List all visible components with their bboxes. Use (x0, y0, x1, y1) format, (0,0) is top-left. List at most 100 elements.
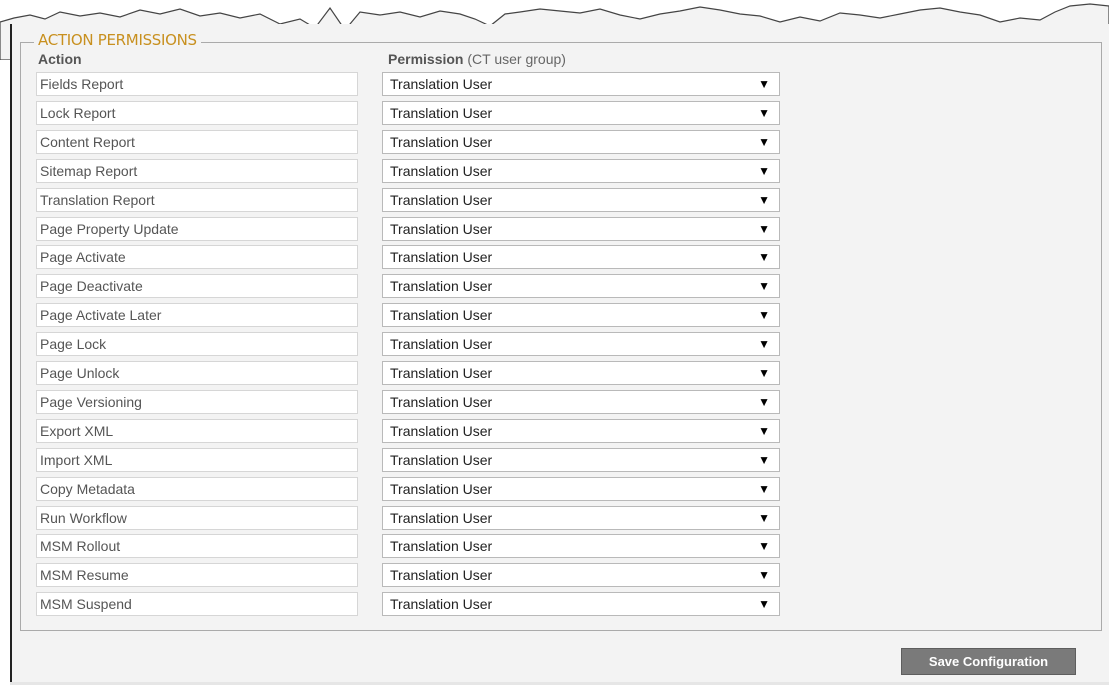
permission-dropdown-value: Translation User (390, 538, 493, 554)
table-row: Content Report Translation User ▼ (0, 130, 1109, 154)
permission-dropdown-value: Translation User (390, 336, 493, 352)
dropdown-arrow-icon: ▼ (758, 279, 770, 293)
dropdown-arrow-icon: ▼ (758, 568, 770, 582)
dropdown-arrow-icon: ▼ (758, 135, 770, 149)
permission-dropdown[interactable]: Translation User ▼ (382, 592, 780, 616)
action-name-field: MSM Resume (36, 563, 358, 587)
permission-dropdown-value: Translation User (390, 76, 493, 92)
table-row: Export XML Translation User ▼ (0, 419, 1109, 443)
permission-dropdown[interactable]: Translation User ▼ (382, 130, 780, 154)
dropdown-arrow-icon: ▼ (758, 511, 770, 525)
dropdown-arrow-icon: ▼ (758, 77, 770, 91)
permission-header-sublabel: (CT user group) (467, 51, 566, 67)
permission-dropdown[interactable]: Translation User ▼ (382, 101, 780, 125)
permission-dropdown-value: Translation User (390, 134, 493, 150)
permission-dropdown-value: Translation User (390, 307, 493, 323)
table-row: Sitemap Report Translation User ▼ (0, 159, 1109, 183)
action-name-field: Page Activate Later (36, 303, 358, 327)
table-row: MSM Rollout Translation User ▼ (0, 534, 1109, 558)
permission-dropdown-value: Translation User (390, 163, 493, 179)
permission-dropdown[interactable]: Translation User ▼ (382, 245, 780, 269)
table-row: Import XML Translation User ▼ (0, 448, 1109, 472)
table-row: Run Workflow Translation User ▼ (0, 506, 1109, 530)
table-row: Fields Report Translation User ▼ (0, 72, 1109, 96)
permission-dropdown-value: Translation User (390, 567, 493, 583)
action-name-field: Copy Metadata (36, 477, 358, 501)
action-name-field: Lock Report (36, 101, 358, 125)
permission-dropdown[interactable]: Translation User ▼ (382, 303, 780, 327)
action-name-field: Page Activate (36, 245, 358, 269)
table-row: Page Lock Translation User ▼ (0, 332, 1109, 356)
dropdown-arrow-icon: ▼ (758, 222, 770, 236)
permission-dropdown[interactable]: Translation User ▼ (382, 217, 780, 241)
table-row: MSM Resume Translation User ▼ (0, 563, 1109, 587)
action-name-field: Import XML (36, 448, 358, 472)
permission-dropdown[interactable]: Translation User ▼ (382, 506, 780, 530)
action-name-field: Page Lock (36, 332, 358, 356)
permission-dropdown[interactable]: Translation User ▼ (382, 448, 780, 472)
table-row: Page Activate Translation User ▼ (0, 245, 1109, 269)
table-row: Page Activate Later Translation User ▼ (0, 303, 1109, 327)
dropdown-arrow-icon: ▼ (758, 597, 770, 611)
dropdown-arrow-icon: ▼ (758, 193, 770, 207)
permission-dropdown[interactable]: Translation User ▼ (382, 534, 780, 558)
action-name-field: Page Deactivate (36, 274, 358, 298)
permission-dropdown-value: Translation User (390, 394, 493, 410)
permission-dropdown-value: Translation User (390, 278, 493, 294)
dropdown-arrow-icon: ▼ (758, 482, 770, 496)
permission-dropdown-value: Translation User (390, 510, 493, 526)
table-row: Page Versioning Translation User ▼ (0, 390, 1109, 414)
dropdown-arrow-icon: ▼ (758, 337, 770, 351)
permission-dropdown[interactable]: Translation User ▼ (382, 332, 780, 356)
permission-dropdown-value: Translation User (390, 105, 493, 121)
action-name-field: Run Workflow (36, 506, 358, 530)
permission-dropdown-value: Translation User (390, 596, 493, 612)
action-name-field: Translation Report (36, 188, 358, 212)
table-row: MSM Suspend Translation User ▼ (0, 592, 1109, 616)
dropdown-arrow-icon: ▼ (758, 308, 770, 322)
permission-dropdown[interactable]: Translation User ▼ (382, 188, 780, 212)
action-name-field: MSM Rollout (36, 534, 358, 558)
action-name-field: Content Report (36, 130, 358, 154)
action-name-field: MSM Suspend (36, 592, 358, 616)
permission-dropdown[interactable]: Translation User ▼ (382, 361, 780, 385)
table-row: Page Deactivate Translation User ▼ (0, 274, 1109, 298)
table-row: Translation Report Translation User ▼ (0, 188, 1109, 212)
permission-dropdown-value: Translation User (390, 249, 493, 265)
permission-dropdown[interactable]: Translation User ▼ (382, 477, 780, 501)
dropdown-arrow-icon: ▼ (758, 453, 770, 467)
table-row: Copy Metadata Translation User ▼ (0, 477, 1109, 501)
action-name-field: Fields Report (36, 72, 358, 96)
permission-dropdown-value: Translation User (390, 221, 493, 237)
permission-dropdown[interactable]: Translation User ▼ (382, 390, 780, 414)
dropdown-arrow-icon: ▼ (758, 250, 770, 264)
permission-dropdown-value: Translation User (390, 481, 493, 497)
permission-dropdown-value: Translation User (390, 423, 493, 439)
dropdown-arrow-icon: ▼ (758, 106, 770, 120)
dropdown-arrow-icon: ▼ (758, 395, 770, 409)
table-row: Lock Report Translation User ▼ (0, 101, 1109, 125)
permission-dropdown[interactable]: Translation User ▼ (382, 563, 780, 587)
action-name-field: Page Property Update (36, 217, 358, 241)
dropdown-arrow-icon: ▼ (758, 424, 770, 438)
action-name-field: Page Unlock (36, 361, 358, 385)
permission-dropdown-value: Translation User (390, 365, 493, 381)
permission-header-label: Permission (388, 51, 464, 67)
dropdown-arrow-icon: ▼ (758, 539, 770, 553)
action-name-field: Export XML (36, 419, 358, 443)
fieldset-legend: ACTION PERMISSIONS (34, 31, 201, 49)
permission-dropdown[interactable]: Translation User ▼ (382, 72, 780, 96)
action-column-header: Action (38, 51, 82, 67)
permission-dropdown[interactable]: Translation User ▼ (382, 159, 780, 183)
action-name-field: Sitemap Report (36, 159, 358, 183)
dropdown-arrow-icon: ▼ (758, 164, 770, 178)
permission-dropdown[interactable]: Translation User ▼ (382, 419, 780, 443)
action-name-field: Page Versioning (36, 390, 358, 414)
dropdown-arrow-icon: ▼ (758, 366, 770, 380)
table-row: Page Unlock Translation User ▼ (0, 361, 1109, 385)
table-row: Page Property Update Translation User ▼ (0, 217, 1109, 241)
permission-dropdown[interactable]: Translation User ▼ (382, 274, 780, 298)
save-configuration-button[interactable]: Save Configuration (901, 648, 1076, 675)
permission-dropdown-value: Translation User (390, 452, 493, 468)
permission-dropdown-value: Translation User (390, 192, 493, 208)
